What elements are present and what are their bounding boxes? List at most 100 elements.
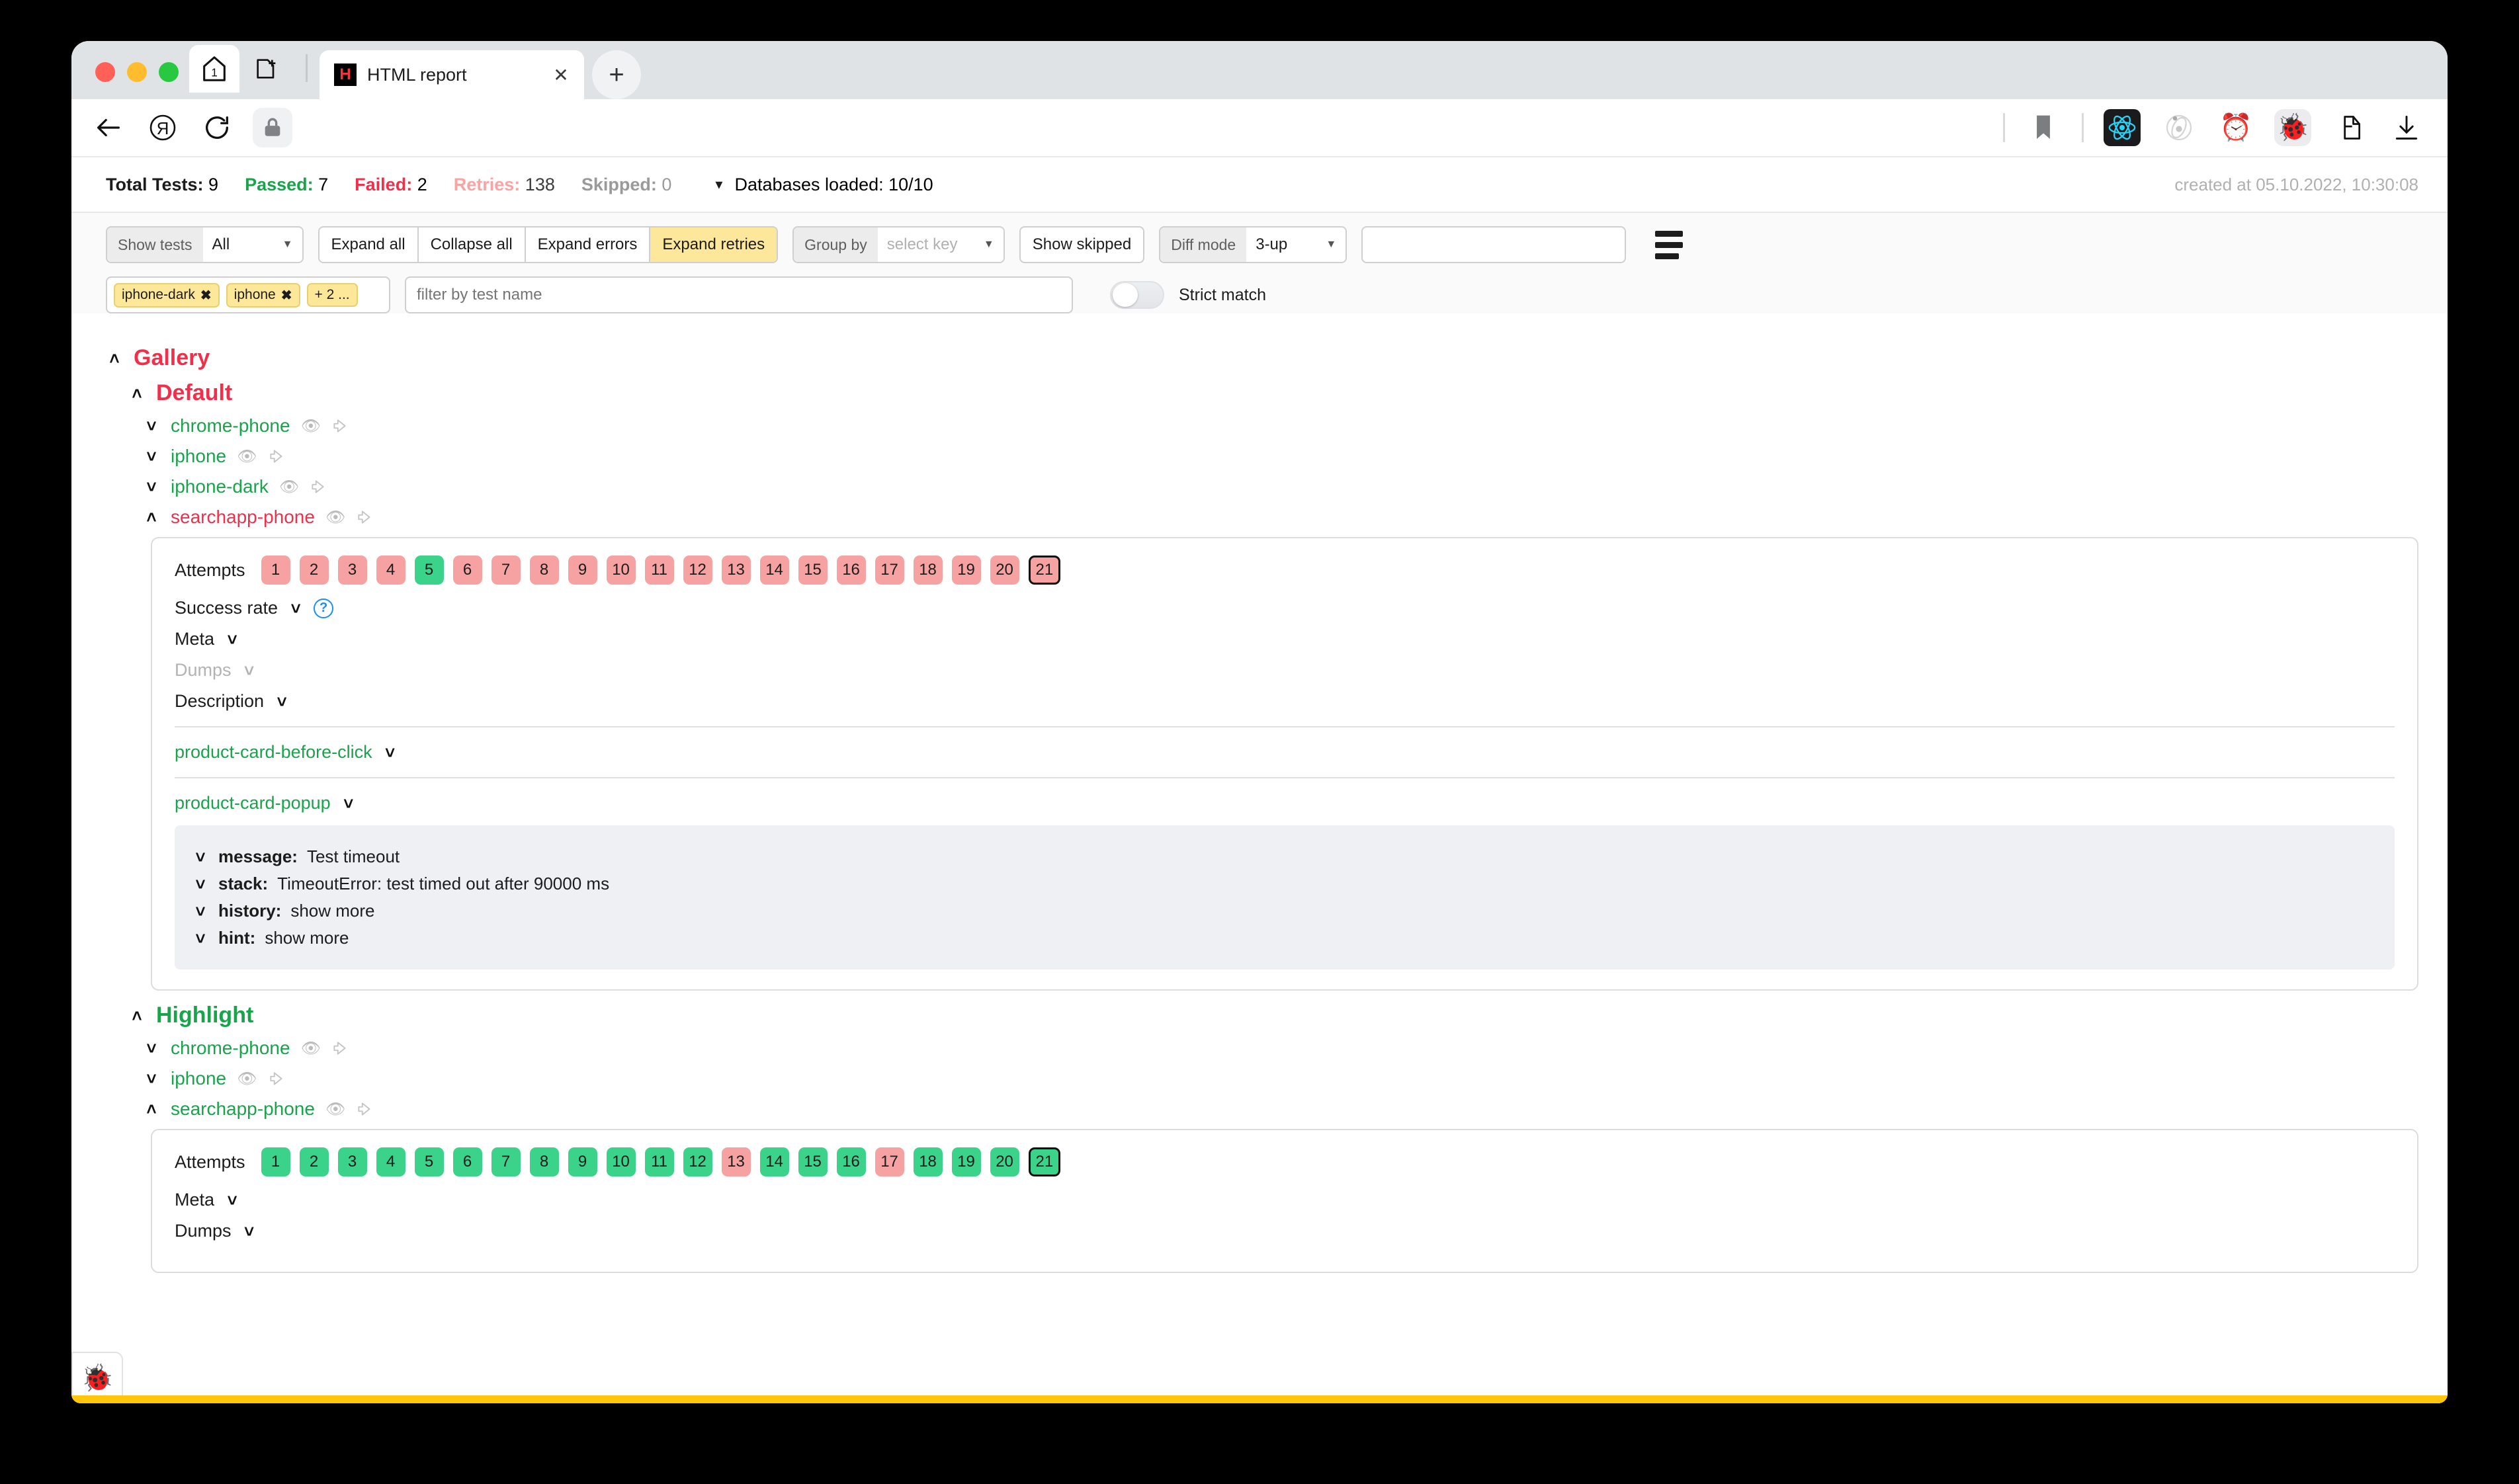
chevron-up-icon[interactable]: ˄ xyxy=(143,1100,160,1118)
chevron-down-icon[interactable]: ˅ xyxy=(273,693,290,710)
chevron-down-icon[interactable]: ˅ xyxy=(241,662,258,679)
attempt-badge[interactable]: 3 xyxy=(338,556,367,585)
attempt-badge[interactable]: 8 xyxy=(530,1147,559,1176)
attempt-badge-selected[interactable]: 21 xyxy=(1029,556,1061,585)
browser-row-searchapp-phone[interactable]: ˄ searchapp-phone 👁 xyxy=(143,507,2418,528)
assertion-row-popup[interactable]: product-card-popup ˅ xyxy=(175,793,2395,813)
attempt-badge[interactable]: 5 xyxy=(415,556,444,585)
attempt-badge[interactable]: 12 xyxy=(683,556,712,585)
attempt-badge-selected[interactable]: 21 xyxy=(1029,1147,1061,1176)
new-window-icon[interactable] xyxy=(245,45,288,93)
chevron-down-icon[interactable]: ˅ xyxy=(224,1192,241,1209)
reload-icon[interactable] xyxy=(198,109,235,146)
attempt-badge[interactable]: 17 xyxy=(875,1147,904,1176)
attempt-badge[interactable]: 5 xyxy=(415,1147,444,1176)
attempt-badge[interactable]: 13 xyxy=(722,556,751,585)
share-icon[interactable] xyxy=(356,1100,373,1118)
chevron-down-icon[interactable]: ˅ xyxy=(340,795,357,812)
minimize-window-button[interactable] xyxy=(127,62,147,82)
error-hint-row[interactable]: ˅ hint: show more xyxy=(192,928,2377,948)
attempt-badge[interactable]: 9 xyxy=(568,1147,597,1176)
attempt-badge[interactable]: 15 xyxy=(798,1147,828,1176)
attempt-badge[interactable]: 12 xyxy=(683,1147,712,1176)
attempt-badge[interactable]: 3 xyxy=(338,1147,367,1176)
diff-mode-select[interactable]: 3-up ▼ xyxy=(1246,227,1345,262)
attempt-badge[interactable]: 11 xyxy=(645,1147,674,1176)
meta-row[interactable]: Meta ˅ xyxy=(175,1190,2395,1210)
attempt-badge[interactable]: 10 xyxy=(607,1147,636,1176)
chevron-up-icon[interactable]: ˄ xyxy=(106,350,123,367)
attempt-badge[interactable]: 7 xyxy=(491,556,521,585)
description-row[interactable]: Description ˅ xyxy=(175,691,2395,712)
attempt-badge[interactable]: 7 xyxy=(491,1147,521,1176)
browser-filter-chips[interactable]: iphone-dark ✖ iphone ✖ + 2 ... xyxy=(106,276,390,313)
share-icon[interactable] xyxy=(268,448,285,465)
bug-icon[interactable]: 🐞 xyxy=(2274,109,2311,146)
share-icon[interactable] xyxy=(268,1070,285,1087)
browser-tab[interactable]: H HTML report ✕ xyxy=(320,50,584,99)
browser-row-searchapp-phone-hl[interactable]: ˄ searchapp-phone 👁 xyxy=(143,1098,2418,1120)
chevron-down-icon[interactable]: ˅ xyxy=(143,1040,160,1057)
chevron-down-icon[interactable]: ˅ xyxy=(224,631,241,648)
browser-row-iphone-dark[interactable]: ˅ iphone-dark 👁 xyxy=(143,476,2418,497)
yandex-logo-icon[interactable]: Я xyxy=(144,109,181,146)
bookmark-icon[interactable] xyxy=(2025,109,2062,146)
attempt-badge[interactable]: 4 xyxy=(376,556,406,585)
browser-row-chrome-phone-hl[interactable]: ˅ chrome-phone 👁 xyxy=(143,1038,2418,1059)
attempt-badge[interactable]: 4 xyxy=(376,1147,406,1176)
browser-row-chrome-phone[interactable]: ˅ chrome-phone 👁 xyxy=(143,415,2418,436)
chevron-down-icon[interactable]: ˅ xyxy=(382,744,399,761)
download-icon[interactable] xyxy=(2388,109,2425,146)
attempt-badge[interactable]: 6 xyxy=(453,556,482,585)
chevron-down-icon[interactable]: ˅ xyxy=(143,448,160,465)
eye-icon[interactable]: 👁 xyxy=(301,1039,321,1058)
show-tests-select[interactable]: All ▼ xyxy=(203,227,302,262)
attempt-badge[interactable]: 17 xyxy=(875,556,904,585)
attempt-badge[interactable]: 8 xyxy=(530,556,559,585)
maximize-window-button[interactable] xyxy=(159,62,179,82)
attempt-badge[interactable]: 1 xyxy=(261,1147,290,1176)
suite-row-gallery[interactable]: ˄ Gallery xyxy=(106,345,2418,371)
attempt-badge[interactable]: 18 xyxy=(914,556,943,585)
lock-icon[interactable] xyxy=(253,108,292,147)
group-row-default[interactable]: ˄ Default xyxy=(128,380,2418,406)
eye-icon[interactable]: 👁 xyxy=(237,1069,257,1089)
search-input[interactable] xyxy=(1361,226,1626,263)
expand-errors-button[interactable]: Expand errors xyxy=(526,227,651,262)
attempt-badge[interactable]: 11 xyxy=(645,556,674,585)
chevron-up-icon[interactable]: ˄ xyxy=(128,385,146,402)
attempt-badge[interactable]: 18 xyxy=(914,1147,943,1176)
group-by-control[interactable]: Group by select key ▼ xyxy=(792,226,1005,263)
attempt-badge[interactable]: 13 xyxy=(722,1147,751,1176)
chevron-down-icon[interactable]: ˅ xyxy=(192,848,209,866)
close-icon[interactable]: ✕ xyxy=(550,63,572,86)
new-tab-button[interactable]: + xyxy=(592,50,641,99)
attempt-badge[interactable]: 16 xyxy=(837,556,866,585)
dumps-row[interactable]: Dumps ˅ xyxy=(175,660,2395,680)
test-name-filter-input[interactable] xyxy=(405,276,1073,313)
atom-icon[interactable] xyxy=(2160,109,2198,146)
chevron-down-icon[interactable]: ˅ xyxy=(192,930,209,947)
filter-chip[interactable]: iphone-dark ✖ xyxy=(114,283,220,308)
error-history-value[interactable]: show more xyxy=(290,901,374,921)
back-arrow-icon[interactable] xyxy=(90,109,127,146)
chevron-down-icon[interactable]: ˅ xyxy=(192,876,209,893)
chevron-down-icon[interactable]: ˅ xyxy=(241,1223,258,1240)
eye-icon[interactable]: 👁 xyxy=(279,477,299,497)
filter-chip[interactable]: iphone ✖ xyxy=(226,283,300,308)
expand-retries-button[interactable]: Expand retries xyxy=(650,227,777,262)
expand-all-button[interactable]: Expand all xyxy=(320,227,419,262)
attempt-badge[interactable]: 10 xyxy=(607,556,636,585)
diff-mode-control[interactable]: Diff mode 3-up ▼ xyxy=(1159,226,1347,263)
attempt-badge[interactable]: 20 xyxy=(990,1147,1019,1176)
share-icon[interactable] xyxy=(310,478,327,495)
close-icon[interactable]: ✖ xyxy=(281,287,292,304)
chevron-down-icon[interactable]: ˅ xyxy=(143,417,160,434)
close-icon[interactable]: ✖ xyxy=(200,287,212,304)
share-icon[interactable] xyxy=(356,509,373,526)
show-skipped-button[interactable]: Show skipped xyxy=(1019,226,1144,263)
filter-chip-more[interactable]: + 2 ... xyxy=(307,283,358,307)
eye-icon[interactable]: 👁 xyxy=(237,447,257,466)
eye-icon[interactable]: 👁 xyxy=(325,1100,345,1119)
attempt-badge[interactable]: 19 xyxy=(952,1147,981,1176)
